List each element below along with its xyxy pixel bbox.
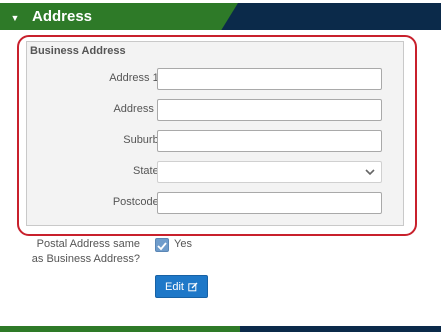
edit-button[interactable]: Edit — [155, 275, 208, 298]
fieldset-legend: Business Address — [30, 45, 126, 57]
suburb-input[interactable] — [157, 130, 382, 152]
postal-same-label: Postal Address same as Business Address? — [31, 238, 140, 265]
checkmark-icon — [157, 242, 167, 251]
section-header-tab: ▼ Address — [0, 3, 238, 30]
postal-same-checkbox[interactable] — [155, 238, 169, 252]
postcode-row: Postcode* — [27, 192, 405, 214]
suburb-row: Suburb* — [27, 130, 405, 152]
caret-down-icon[interactable]: ▼ — [9, 12, 21, 24]
address-2-row: Address 2 — [27, 99, 405, 121]
edit-icon — [188, 282, 198, 291]
footer-green-segment — [0, 326, 240, 332]
address-1-label: Address 1* — [109, 72, 163, 84]
address-2-label: Address 2 — [113, 103, 163, 115]
chevron-down-icon — [365, 169, 375, 176]
address-2-input[interactable] — [157, 99, 382, 121]
address-1-row: Address 1* — [27, 68, 405, 90]
business-address-fieldset: Business Address Address 1* Address 2 Su… — [26, 41, 404, 226]
address-1-input[interactable] — [157, 68, 382, 90]
edit-button-label: Edit — [165, 280, 184, 293]
postal-same-yes-label: Yes — [174, 238, 192, 250]
address-panel: ▼ Address Business Address Address 1* Ad… — [0, 0, 441, 332]
state-row: State* — [27, 161, 405, 183]
postcode-input[interactable] — [157, 192, 382, 214]
postcode-label: Postcode* — [113, 196, 163, 208]
section-footer-bar — [0, 326, 441, 332]
section-header: ▼ Address — [0, 3, 441, 30]
section-title: Address — [32, 8, 93, 25]
state-select[interactable] — [157, 161, 382, 183]
